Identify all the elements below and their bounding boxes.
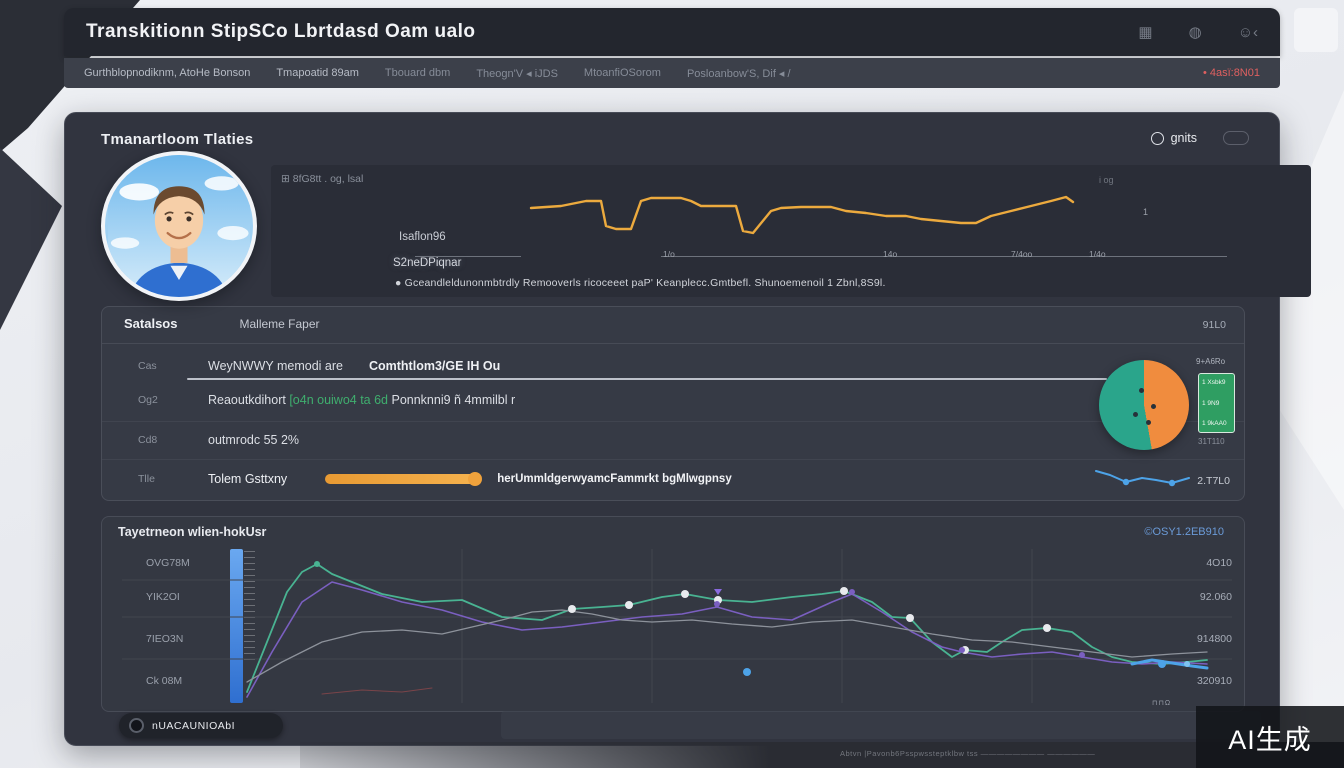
chart-note: ● Gceandleldunonmbtrdly Remooverls ricoc…	[395, 277, 886, 289]
avatar[interactable]	[101, 151, 257, 301]
row-text: outmrodc 55 2%	[208, 433, 299, 447]
bottom-strip-text: Abtvn |Pavonb6Psspwssteptklbw tss ——————…	[840, 749, 1095, 758]
summary-row-1: Cas WeyNWWY memodi are Comthtlom3/GE IH …	[138, 359, 500, 373]
nav-item-5[interactable]: Posloanbow'S, Dif ◂ /	[687, 67, 791, 80]
axis-line	[415, 256, 521, 257]
legend-item: 1 Xsbk9	[1202, 379, 1231, 386]
ai-watermark-text: AI生成	[1228, 718, 1312, 757]
top-chart-strip: ⊞ 8fG8tt . og, lsal i og Isaflon96 S2neD…	[271, 165, 1311, 297]
app-title: Transkitionn StipSCo Lbrtdasd Oam ualo	[86, 21, 476, 43]
row-text-strong: Comthtlom3/GE IH Ou	[369, 359, 500, 373]
divider	[102, 459, 1244, 460]
chart-footnote: ⊓⊓Ω	[1152, 699, 1171, 707]
row-key: Cd8	[138, 434, 208, 446]
row-key: Cas	[138, 360, 208, 372]
summary-top-value: 91L0	[1203, 319, 1226, 331]
bottom-strip: Abtvn |Pavonb6Psspwssteptklbw tss ——————…	[300, 742, 1344, 768]
series-label-1: Isaflon96	[399, 231, 446, 243]
footer-pill-label: nUACAUNIOAbI	[152, 720, 235, 732]
summary-title: Satalsos	[124, 316, 177, 331]
axis-line	[661, 256, 1227, 257]
nav-item-3[interactable]: Theogn'V ◂ iJDS	[476, 67, 558, 80]
timeline-link[interactable]: ©OSY1.2EB910	[1144, 526, 1224, 538]
pie-dot	[1133, 412, 1138, 417]
series-label-2: S2neDPiqnar	[393, 257, 461, 269]
x-tick: 1/4o	[1089, 249, 1106, 259]
bg-corner-box	[1294, 8, 1338, 52]
nav-item-2[interactable]: Tbouard dbm	[385, 67, 450, 79]
bg-facet-left	[0, 148, 70, 338]
refresh-button[interactable]: gnits	[1151, 131, 1197, 145]
legend-item: 1 9kAA0	[1202, 420, 1231, 427]
summary-tab[interactable]: Malleme Faper	[239, 317, 319, 331]
pie-chart	[1099, 360, 1189, 450]
summary-row-4: Tlle Tolem Gsttxny herUmmldgerwyamcFammr…	[138, 472, 732, 486]
x-tick: 1/o	[663, 249, 675, 259]
pie-legend: 1 Xsbk9 1 9N9 1 9kAA0	[1198, 373, 1235, 433]
divider	[102, 343, 1244, 344]
x-tick: 7/4oo	[1011, 249, 1032, 259]
legend-label-top: 9+A6Ro	[1196, 357, 1225, 366]
row-text: Tolem Gsttxny	[208, 472, 287, 486]
summary-header: Satalsos Malleme Faper	[124, 316, 320, 331]
green-text: [o4n ouiwo4 ta 6d	[289, 393, 391, 407]
nav-item-1[interactable]: Tmapoatid 89am	[276, 67, 359, 79]
panel-actions: gnits	[1151, 131, 1249, 145]
timeline-title: Tayetrneon wlien-hokUsr	[118, 525, 266, 539]
avatar-image	[105, 155, 253, 297]
pie-dot	[1146, 420, 1151, 425]
end-tick: 1	[1143, 207, 1148, 217]
pie-dot	[1151, 404, 1156, 409]
main-panel: Tmanartloom Tlaties gnits ⊞ 8fG8tt . og,…	[64, 112, 1280, 746]
row-text: Reaoutkdihort [o4n ouiwo4 ta 6d Ponnknni…	[208, 393, 515, 407]
legend-item: 1 9N9	[1202, 400, 1231, 407]
legend-label-bottom: 31T110	[1198, 437, 1225, 446]
footer-pill-button[interactable]: nUACAUNIOAbI	[119, 713, 283, 738]
nav-bar: Gurthblopnodiknm, AtoHe Bonson Tmapoatid…	[64, 58, 1280, 88]
nav-item-0[interactable]: Gurthblopnodiknm, AtoHe Bonson	[84, 67, 250, 79]
ai-watermark: AI生成	[1196, 706, 1344, 768]
highlight-divider	[187, 378, 1107, 380]
x-tick: 14o	[883, 249, 897, 259]
nav-alert-badge[interactable]: • 4asï:8N01	[1203, 67, 1260, 79]
summary-section: Satalsos Malleme Faper 91L0 Cas WeyNWWY …	[101, 306, 1245, 501]
globe-icon[interactable]: ◍	[1189, 23, 1202, 41]
progress-caption: herUmmldgerwyamcFammrkt bgMlwgpnsy	[497, 473, 732, 485]
row-key: Og2	[138, 394, 208, 406]
more-options-icon[interactable]	[1223, 131, 1249, 145]
timeline-chart-section: Tayetrneon wlien-hokUsr ©OSY1.2EB910 OVG…	[101, 516, 1245, 712]
refresh-label: gnits	[1171, 131, 1197, 145]
summary-row-3: Cd8 outmrodc 55 2%	[138, 433, 299, 447]
panel-title: Tmanartloom Tlaties	[101, 131, 253, 148]
header-icons: ▦ ◍ ☺‹	[1138, 23, 1258, 41]
circle-icon	[1151, 132, 1164, 145]
app-header: Transkitionn StipSCo Lbrtdasd Oam ualo ▦…	[64, 8, 1280, 56]
divider	[102, 421, 1244, 422]
grid-icon[interactable]: ▦	[1138, 23, 1152, 41]
row-key: Tlle	[138, 473, 208, 485]
multi-series-line-chart	[102, 547, 1246, 705]
summary-row-2: Og2 Reaoutkdihort [o4n ouiwo4 ta 6d Ponn…	[138, 393, 515, 407]
card-footer-strip	[501, 711, 1261, 739]
pie-dot	[1139, 388, 1144, 393]
row-sparkline	[1094, 465, 1194, 491]
row-value: 2.T7L0	[1197, 475, 1230, 487]
row-text: WeyNWWY memodi are	[208, 359, 343, 373]
nav-item-4[interactable]: MtoanfiOSorom	[584, 67, 661, 79]
progress-bar	[325, 474, 475, 484]
user-icon[interactable]: ☺‹	[1238, 24, 1258, 41]
record-icon	[129, 718, 144, 733]
